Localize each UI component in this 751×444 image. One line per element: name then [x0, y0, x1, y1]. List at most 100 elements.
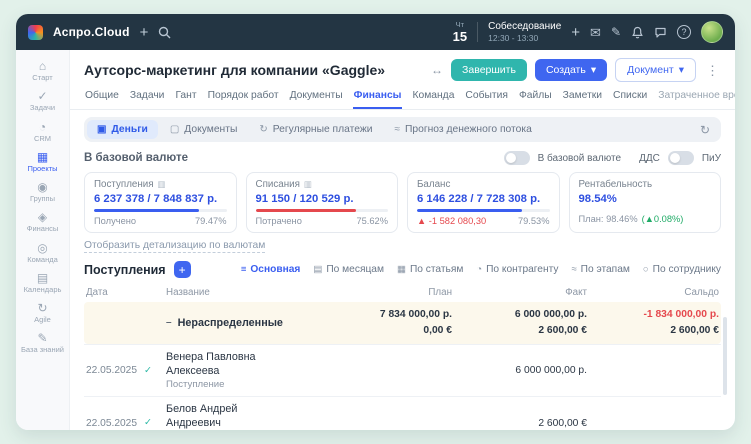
sidebar-item-agile[interactable]: Agile — [16, 298, 69, 327]
table-row[interactable]: 22.05.2025 Белов Андрей Андреевич Поступ… — [84, 396, 721, 430]
bell-icon[interactable] — [631, 26, 644, 39]
dds-label[interactable]: ДДС — [639, 153, 660, 164]
tab-komanda[interactable]: Команда — [411, 86, 455, 109]
subtab-label: Прогноз денежного потока — [405, 124, 532, 135]
sidebar-item-knowledge[interactable]: База знаний — [16, 328, 69, 357]
sidebar-item-groups[interactable]: Группы — [16, 177, 69, 206]
view-by-stage[interactable]: По этапам — [571, 264, 629, 275]
sidebar-item-calendar[interactable]: Календарь — [16, 268, 69, 297]
card-value: 6 146 228 / 7 728 308 р. — [417, 193, 550, 205]
sidebar-item-projects[interactable]: Проекты — [16, 147, 69, 176]
finish-button[interactable]: Завершить — [451, 59, 527, 81]
progress-bar — [417, 209, 550, 212]
card-value: 91 150 / 120 529 р. — [256, 193, 389, 205]
view-by-month[interactable]: По месяцам — [313, 264, 384, 275]
add-event-icon[interactable] — [571, 24, 580, 41]
col-plan[interactable]: План — [287, 287, 452, 298]
view-by-counterparty[interactable]: По контрагенту — [476, 264, 558, 275]
tab-zametki[interactable]: Заметки — [562, 86, 603, 109]
brand-name[interactable]: Аспро.Cloud — [53, 25, 130, 39]
col-date[interactable]: Дата — [86, 287, 166, 298]
tab-sobytiya[interactable]: События — [464, 86, 509, 109]
create-button[interactable]: Создать — [535, 59, 607, 81]
search-icon[interactable] — [158, 26, 171, 39]
app-logo-icon[interactable] — [28, 25, 43, 40]
col-fact[interactable]: Факт — [452, 287, 587, 298]
subtab-documents[interactable]: Документы — [160, 120, 248, 139]
receipts-title: Поступления — [84, 263, 166, 277]
group-saldo-eur: 2 600,00 € — [587, 323, 719, 339]
note-icon[interactable] — [611, 26, 621, 38]
sidebar-item-finance[interactable]: Финансы — [16, 207, 69, 236]
copy-link-icon[interactable] — [431, 64, 443, 76]
currency-bar: В базовой валюте В базовой валюте ДДС Пи… — [84, 151, 721, 165]
row-name[interactable]: Венера Павловна Алексеева — [166, 350, 287, 378]
tab-dokumenty[interactable]: Документы — [289, 86, 344, 109]
more-actions-icon[interactable] — [704, 64, 721, 77]
base-currency-toggle[interactable] — [504, 151, 530, 165]
card-sub-label: Получено — [94, 216, 136, 226]
card-sub-percent: 79.53% — [518, 216, 550, 226]
quick-add-icon[interactable] — [140, 24, 149, 41]
tab-gant[interactable]: Гант — [174, 86, 197, 109]
day-number: 15 — [453, 30, 467, 43]
card-label: Списания — [256, 179, 300, 190]
stat-card-balance[interactable]: Баланс 6 146 228 / 7 728 308 р. ▲ -1 582… — [407, 172, 560, 233]
agile-icon — [37, 302, 47, 314]
stat-card-writeoffs[interactable]: Списания 91 150 / 120 529 р. Потрачено 7… — [246, 172, 399, 233]
col-saldo[interactable]: Сальдо — [587, 287, 719, 298]
mail-icon[interactable] — [590, 26, 601, 39]
card-value: 98.54% — [579, 193, 712, 205]
sidebar-item-label: Задачи — [30, 104, 55, 112]
view-label: По этапам — [581, 264, 630, 275]
refresh-icon[interactable] — [700, 124, 718, 136]
help-icon[interactable] — [677, 25, 691, 39]
subtab-money[interactable]: Деньги — [87, 120, 158, 139]
card-sub-percent: 79.47% — [195, 216, 227, 226]
tab-faily[interactable]: Файлы — [518, 86, 553, 109]
stat-card-profitability[interactable]: Рентабельность 98.54% План: 98.46% (▲0.0… — [569, 172, 722, 233]
tab-zadachi[interactable]: Задачи — [129, 86, 166, 109]
top-bar: Аспро.Cloud Чт 15 Собеседование 12:30 - … — [16, 14, 735, 50]
team-icon — [37, 242, 47, 254]
repeat-icon — [259, 125, 267, 135]
desktop-background: Аспро.Cloud Чт 15 Собеседование 12:30 - … — [0, 0, 751, 444]
subtab-cashflow-forecast[interactable]: Прогноз денежного потока — [385, 120, 542, 139]
sidebar-item-tasks[interactable]: Задачи — [16, 86, 69, 115]
topbar-divider — [477, 22, 478, 42]
table-group-row[interactable]: Нераспределенные 7 834 000,00 р. 0,00 € … — [84, 302, 721, 344]
chevron-down-icon — [679, 65, 684, 76]
dds-piu-toggle[interactable] — [668, 151, 694, 165]
document-icon — [170, 125, 179, 135]
view-by-article[interactable]: По статьям — [397, 264, 463, 275]
collapse-icon[interactable] — [166, 318, 172, 328]
calendar-event[interactable]: Собеседование 12:30 - 13:30 — [488, 21, 561, 43]
tab-obshchie[interactable]: Общие — [84, 86, 120, 109]
stat-card-receipts[interactable]: Поступления 6 237 378 / 7 848 837 р. Пол… — [84, 172, 237, 233]
tab-spiski[interactable]: Списки — [612, 86, 648, 109]
piu-label[interactable]: ПиУ — [702, 153, 721, 164]
tab-zatrachennoe-vremya[interactable]: Затраченное время — [657, 86, 735, 109]
chat-icon[interactable] — [654, 26, 667, 39]
tab-poryadok-rabot[interactable]: Порядок работ — [207, 86, 280, 109]
vertical-scrollbar[interactable] — [723, 317, 727, 395]
table-row[interactable]: 22.05.2025 Венера Павловна Алексеева Пос… — [84, 344, 721, 397]
user-avatar[interactable] — [701, 21, 723, 43]
add-receipt-button[interactable] — [174, 261, 191, 278]
calendar-day[interactable]: Чт 15 — [453, 21, 467, 44]
card-sub-percent: 75.62% — [356, 216, 388, 226]
sidebar-item-crm[interactable]: CRM — [16, 117, 69, 146]
card-value: 6 237 378 / 7 848 837 р. — [94, 193, 227, 205]
document-button[interactable]: Документ — [615, 58, 696, 82]
row-name[interactable]: Белов Андрей Андреевич — [166, 402, 287, 430]
currency-detail-link[interactable]: Отобразить детализацию по валютам — [84, 240, 265, 253]
subtab-regular-payments[interactable]: Регулярные платежи — [249, 120, 382, 139]
stages-icon — [571, 265, 576, 275]
sidebar-item-team[interactable]: Команда — [16, 238, 69, 267]
tab-finansy[interactable]: Финансы — [353, 86, 403, 109]
sidebar-item-label: CRM — [34, 135, 51, 143]
col-name[interactable]: Название — [166, 287, 287, 298]
view-by-employee[interactable]: По сотруднику — [643, 264, 721, 275]
view-main[interactable]: Основная — [241, 264, 301, 275]
sidebar-item-start[interactable]: Старт — [16, 56, 69, 85]
